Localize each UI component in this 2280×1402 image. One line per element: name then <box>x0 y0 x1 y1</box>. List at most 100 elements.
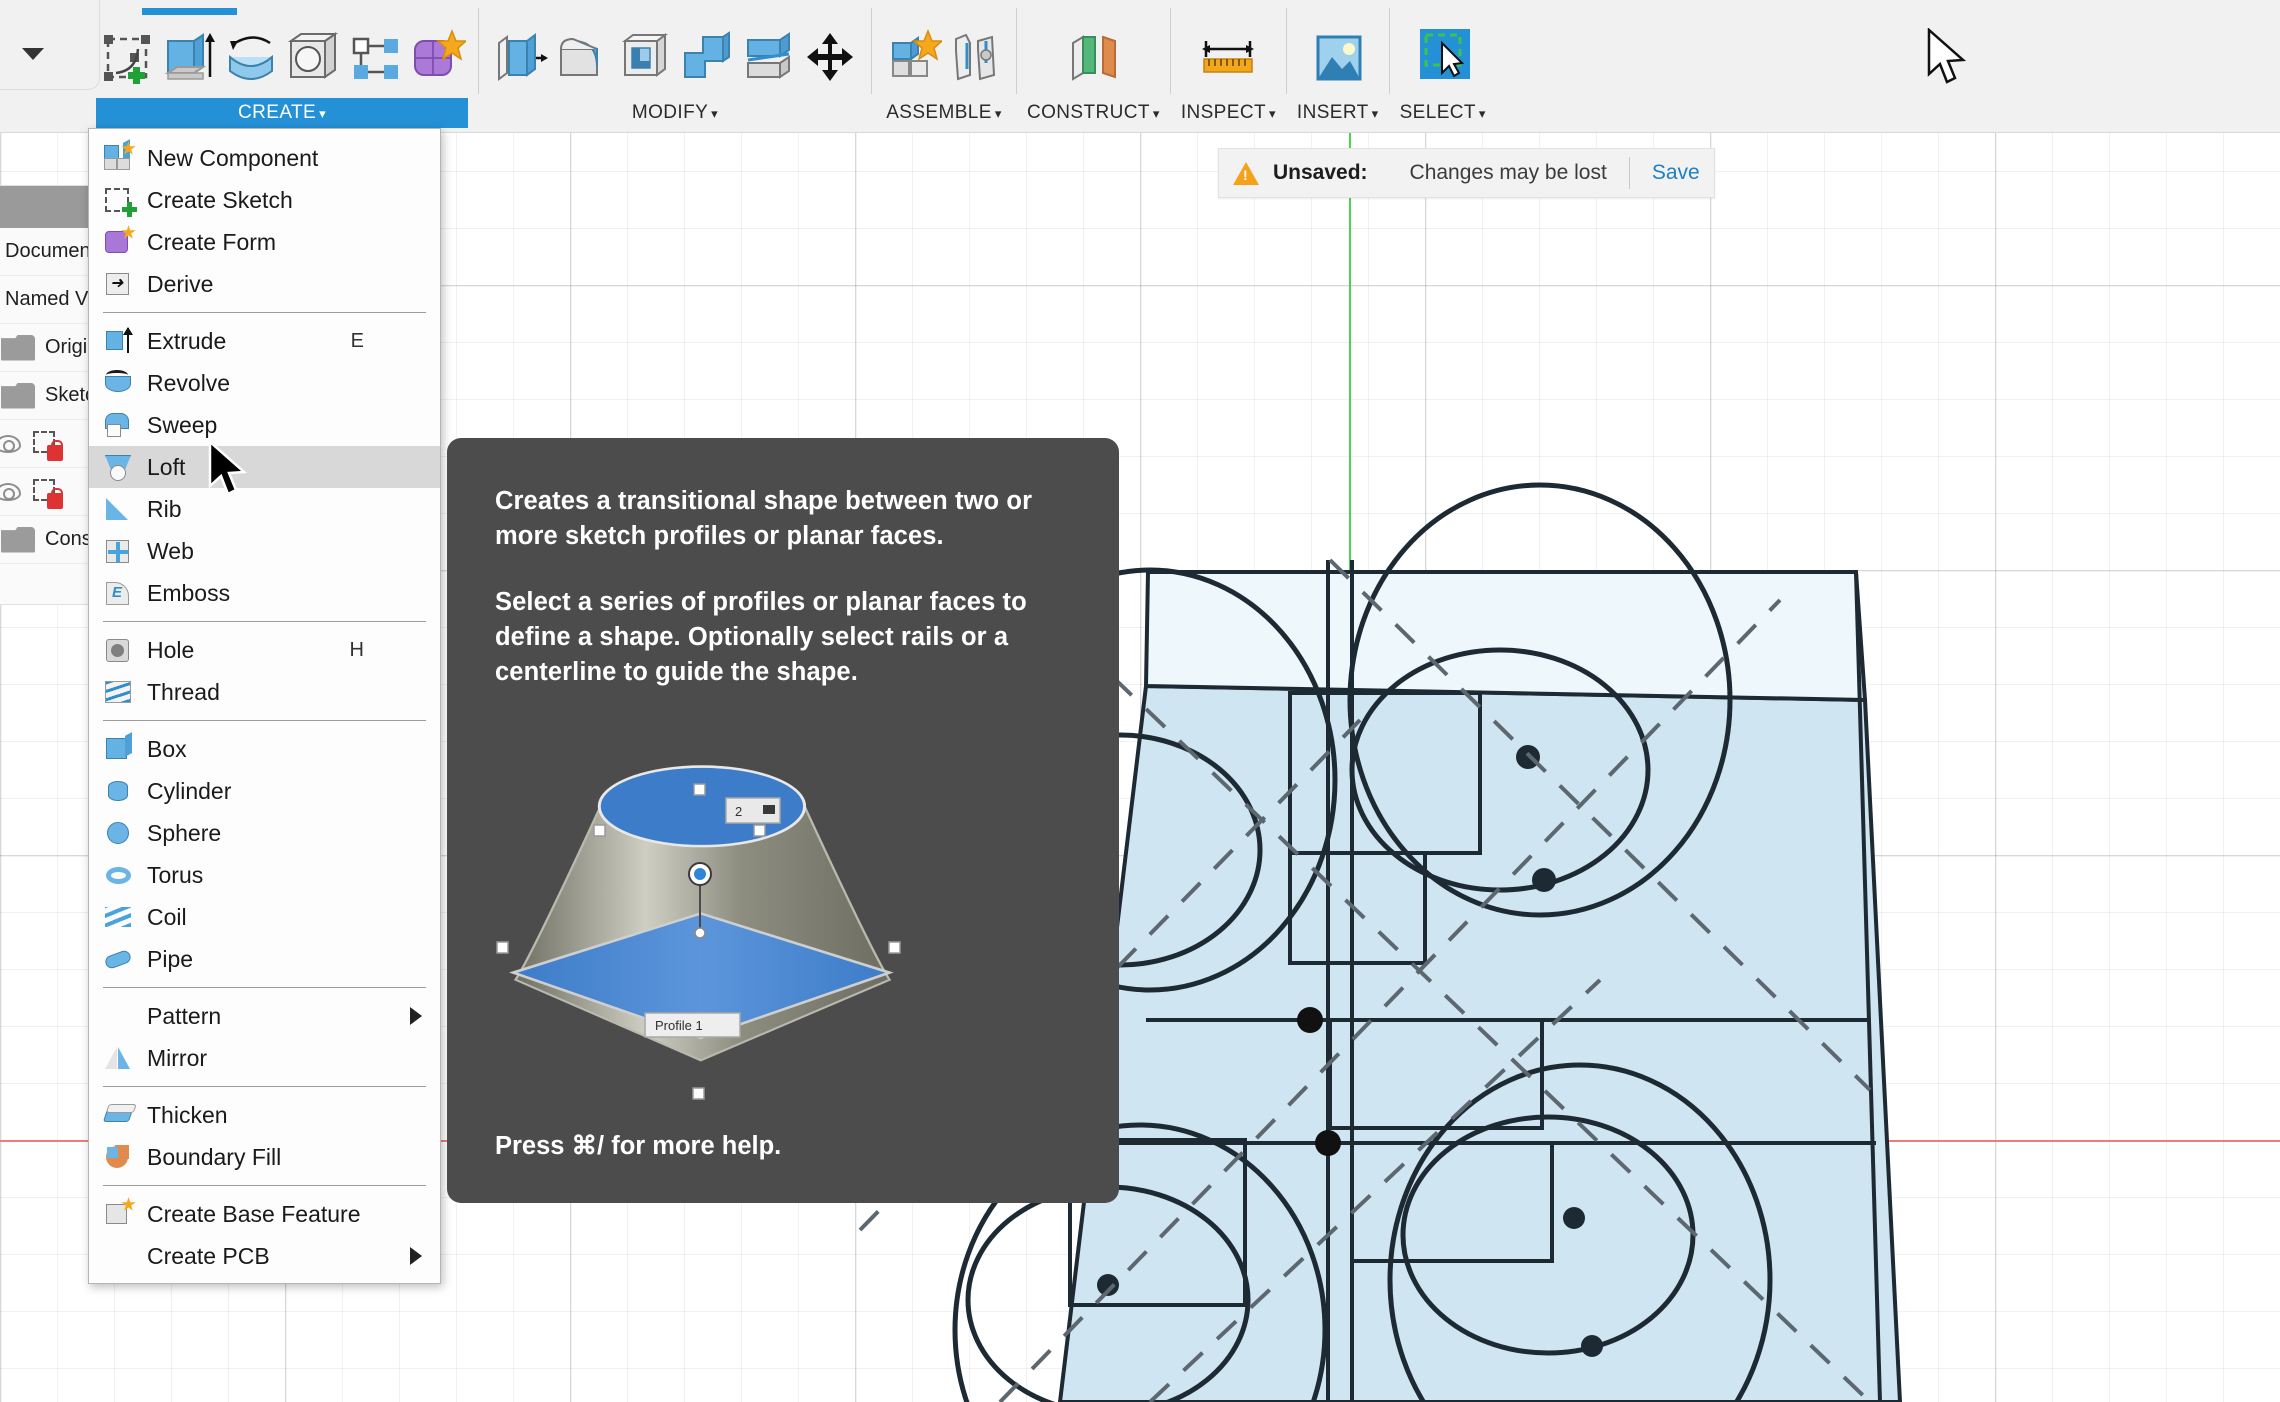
toolbar-label-text: CREATE <box>238 102 317 123</box>
new-component-icon <box>103 141 136 173</box>
fusion-window: CREATE ▾ MODIFY ▾ ASSEMBLE ▾ CONSTRUCT ▾… <box>0 0 2280 1402</box>
menu-item-loft[interactable]: Loft <box>89 446 440 488</box>
toolbar-label-select[interactable]: SELECT ▾ <box>1400 98 1486 128</box>
unsaved-label: Unsaved: <box>1273 161 1368 184</box>
chevron-down-icon: ▾ <box>1478 106 1486 121</box>
extrude-icon[interactable] <box>158 18 220 98</box>
derive-icon <box>103 269 135 299</box>
pattern-icon[interactable] <box>344 18 406 98</box>
menu-item-create-sketch[interactable]: Create Sketch <box>89 179 440 221</box>
toolbar-label-text: MODIFY <box>631 102 709 123</box>
thicken-icon <box>102 1100 135 1130</box>
create-sketch-icon[interactable] <box>96 18 158 98</box>
menu-item-create-base-feature[interactable]: Create Base Feature <box>89 1193 440 1235</box>
cylinder-icon <box>103 776 135 806</box>
create-sketch-icon <box>103 185 137 217</box>
loft-preview-top-label: 2 <box>735 804 742 819</box>
menu-separator <box>103 987 426 988</box>
menu-item-pattern[interactable]: Pattern <box>89 995 440 1037</box>
menu-item-thicken[interactable]: Thicken <box>89 1094 440 1136</box>
menu-item-derive[interactable]: Derive <box>89 263 440 305</box>
move-copy-icon[interactable] <box>799 18 861 98</box>
toolbar-label-modify[interactable]: MODIFY ▾ <box>489 98 861 128</box>
menu-item-label: Coil <box>147 903 187 930</box>
toolbar-label-text: ASSEMBLE <box>886 102 992 123</box>
toolbar-label-assemble[interactable]: ASSEMBLE ▾ <box>882 98 1006 128</box>
menu-item-cylinder[interactable]: Cylinder <box>89 770 440 812</box>
torus-icon <box>103 860 135 890</box>
chevron-down-icon: ▾ <box>1268 106 1276 121</box>
toolbar-label-insert[interactable]: INSERT ▾ <box>1297 98 1379 128</box>
menu-item-label: Emboss <box>147 579 231 606</box>
toolbar-label-create[interactable]: CREATE ▾ <box>96 98 468 128</box>
menu-item-create-form[interactable]: Create Form <box>89 221 440 263</box>
menu-item-extrude[interactable]: Extrude E <box>89 320 440 362</box>
split-face-icon[interactable] <box>737 18 799 98</box>
toolbar-label-construct[interactable]: CONSTRUCT ▾ <box>1027 98 1160 128</box>
menu-item-new-component[interactable]: New Component <box>89 137 440 179</box>
shell-icon[interactable] <box>613 18 675 98</box>
menu-item-sphere[interactable]: Sphere <box>89 812 440 854</box>
toolbar-label-inspect[interactable]: INSPECT ▾ <box>1181 98 1276 128</box>
create-form-icon[interactable] <box>406 18 468 98</box>
menu-item-label: Derive <box>147 270 214 297</box>
toolbar-group-modify: MODIFY ▾ <box>489 0 861 128</box>
menu-item-rib[interactable]: Rib <box>89 488 440 530</box>
menu-item-label: Thicken <box>147 1101 228 1128</box>
select-window-icon[interactable] <box>1408 18 1478 98</box>
menu-item-mirror[interactable]: Mirror <box>89 1037 440 1079</box>
menu-item-sweep[interactable]: Sweep <box>89 404 440 446</box>
menu-item-thread[interactable]: Thread <box>89 671 440 713</box>
menu-item-boundary-fill[interactable]: Boundary Fill <box>89 1136 440 1178</box>
tooltip-paragraph-2: Select a series of profiles or planar fa… <box>495 588 1027 686</box>
menu-separator <box>103 1185 426 1186</box>
menu-item-label: Box <box>147 735 187 762</box>
rib-icon <box>103 494 135 524</box>
menu-item-torus[interactable]: Torus <box>89 854 440 896</box>
chevron-down-icon: ▾ <box>319 106 326 121</box>
new-component-icon[interactable] <box>882 18 944 98</box>
toolbar-divider <box>1016 8 1017 94</box>
toolbar-group-assemble: ASSEMBLE ▾ <box>882 0 1006 128</box>
toolbar-label-text: INSERT <box>1296 102 1369 123</box>
combine-icon[interactable] <box>675 18 737 98</box>
menu-item-revolve[interactable]: Revolve <box>89 362 440 404</box>
menu-item-label: Create Base Feature <box>147 1200 361 1227</box>
menu-item-label: Thread <box>147 678 220 705</box>
sphere-icon <box>103 818 135 848</box>
menu-item-label: Revolve <box>147 369 231 396</box>
save-button[interactable]: Save <box>1652 161 1700 185</box>
menu-item-label: Rib <box>147 495 182 522</box>
revolve-icon[interactable] <box>220 18 282 98</box>
revolve-icon <box>103 368 135 398</box>
toolbar-group-insert: INSERT ▾ <box>1297 0 1379 128</box>
visibility-eye-icon[interactable] <box>0 482 21 501</box>
menu-item-coil[interactable]: Coil <box>89 896 440 938</box>
folder-icon <box>1 382 35 409</box>
menu-item-shortcut: H <box>349 638 364 661</box>
loft-tooltip: Creates a transitional shape between two… <box>447 438 1119 1203</box>
menu-item-label: Boundary Fill <box>147 1143 282 1170</box>
folder-icon <box>1 334 35 361</box>
press-pull-icon[interactable] <box>489 18 551 98</box>
sketch-locked-icon <box>31 429 63 461</box>
offset-plane-icon[interactable] <box>1058 18 1128 98</box>
hole-icon[interactable] <box>282 18 344 98</box>
boundary-fill-icon <box>103 1142 135 1172</box>
insert-image-icon[interactable] <box>1303 18 1373 98</box>
chevron-down-icon[interactable] <box>22 48 44 60</box>
fillet-icon[interactable] <box>551 18 613 98</box>
loft-icon <box>103 452 135 482</box>
visibility-eye-icon[interactable] <box>0 434 21 453</box>
menu-item-box[interactable]: Box <box>89 728 440 770</box>
menu-item-web[interactable]: Web <box>89 530 440 572</box>
menu-item-pipe[interactable]: Pipe <box>89 938 440 980</box>
menu-item-shortcut: E <box>350 329 364 352</box>
menu-item-emboss[interactable]: Emboss <box>89 572 440 614</box>
pipe-icon <box>103 944 135 974</box>
menu-item-hole[interactable]: Hole H <box>89 629 440 671</box>
joint-icon[interactable] <box>944 18 1006 98</box>
measure-icon[interactable] <box>1193 18 1263 98</box>
menu-item-create-pcb[interactable]: Create PCB <box>89 1235 440 1277</box>
hole-icon <box>103 635 135 665</box>
